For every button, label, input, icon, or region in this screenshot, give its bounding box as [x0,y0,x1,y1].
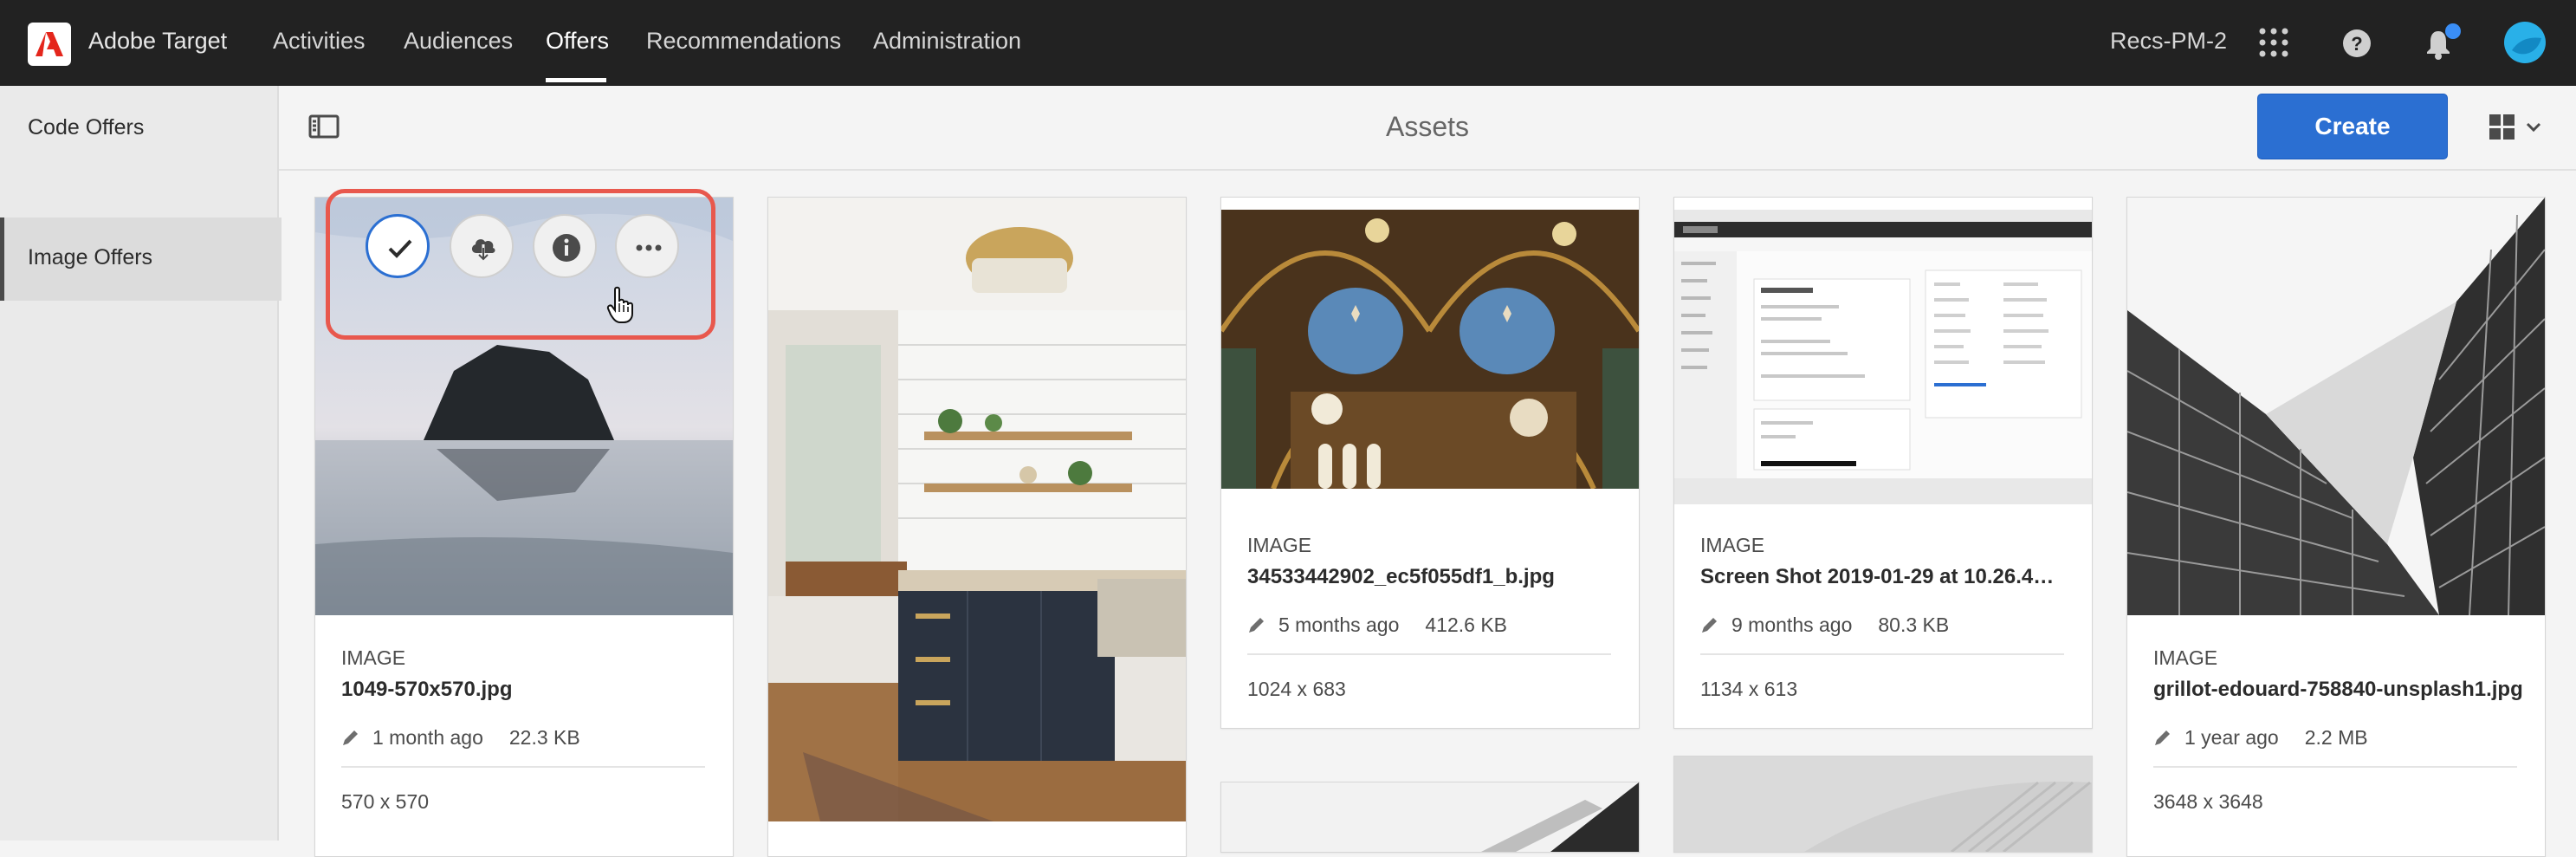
asset-size: 2.2 MB [2304,726,2368,749]
asset-type: IMAGE [1247,534,1312,556]
edit-pencil-icon [2155,730,2170,745]
asset-modified: 9 months ago [1731,614,1853,636]
asset-card[interactable]: IMAGE 34533442902_ec5f055df1_b.jpg 5 mon… [1220,197,1640,729]
nav-administration[interactable]: Administration [873,28,1021,55]
edit-pencil-icon [1702,618,1717,633]
asset-meta: 1 year ago 2.2 MB [2153,726,2368,750]
divider [1247,653,1611,655]
asset-size: 412.6 KB [1425,614,1508,636]
top-navigation-bar: Adobe Target Activities Audiences Offers… [0,0,2576,86]
edit-pencil-icon [343,730,358,745]
sidebar-item-image-offers[interactable]: Image Offers [0,217,282,301]
notification-bell-icon[interactable] [2424,23,2463,65]
asset-dimensions: 1134 x 613 [1700,678,1798,700]
asset-modified: 5 months ago [1278,614,1400,636]
asset-thumbnail [1221,782,1639,852]
sidebar-item-label: Code Offers [28,115,145,140]
asset-dimensions: 1024 x 683 [1247,678,1346,700]
divider [341,766,705,768]
asset-size: 22.3 KB [508,726,580,749]
hand-cursor-icon [606,286,636,328]
asset-size: 80.3 KB [1878,614,1950,636]
sidebar-item-code-offers[interactable]: Code Offers [0,88,277,171]
divider [1700,653,2064,655]
asset-thumbnail [2127,198,2545,615]
asset-modified: 1 month ago [372,726,483,749]
asset-type: IMAGE [1700,534,1765,556]
sidebar-item-label: Image Offers [28,245,153,269]
asset-card[interactable]: IMAGE Screen Shot 2019-01-29 at 10.26.49… [1673,197,2093,729]
app-name[interactable]: Adobe Target [88,28,227,55]
asset-meta: 5 months ago 412.6 KB [1247,614,1507,637]
asset-card[interactable] [1673,756,2093,853]
nav-activities[interactable]: Activities [273,28,366,55]
svg-text:?: ? [2351,33,2362,55]
asset-name: grillot-edouard-758840-unsplash1.jpg [2153,678,2523,701]
asset-type: IMAGE [341,646,406,669]
divider [2153,766,2517,768]
asset-meta: 9 months ago 80.3 KB [1700,614,1949,637]
asset-name: 1049-570x570.jpg [341,678,513,701]
page-title: Assets [1386,111,1470,142]
active-tab-indicator [546,78,606,82]
account-name[interactable]: Recs-PM-2 [2110,28,2227,55]
edit-pencil-icon [1249,618,1264,633]
asset-dimensions: 570 x 570 [341,790,430,813]
asset-meta: 1 month ago 22.3 KB [341,726,580,750]
create-button[interactable]: Create [2257,94,2448,159]
asset-card[interactable] [1220,782,1640,853]
asset-thumbnail [1674,210,2092,504]
asset-card[interactable] [767,197,1187,857]
view-switcher-icon[interactable] [2488,113,2545,146]
asset-thumbnail [768,198,1186,821]
nav-offers[interactable]: Offers [546,28,609,55]
asset-thumbnail [1221,210,1639,489]
asset-name: Screen Shot 2019-01-29 at 10.26.49 A... [1700,565,2064,588]
user-avatar[interactable] [2503,21,2547,68]
help-icon[interactable]: ? [2342,29,2372,62]
asset-type: IMAGE [2153,646,2218,669]
asset-modified: 1 year ago [2184,726,2279,749]
panel-toggle-icon[interactable] [308,114,340,143]
asset-card[interactable]: IMAGE grillot-edouard-758840-unsplash1.j… [2126,197,2546,857]
adobe-logo-icon[interactable] [28,23,71,66]
asset-thumbnail [1674,756,2092,852]
nav-recommendations[interactable]: Recommendations [646,28,841,55]
apps-grid-icon[interactable] [2259,28,2288,62]
asset-name: 34533442902_ec5f055df1_b.jpg [1247,565,1555,588]
asset-dimensions: 3648 x 3648 [2153,790,2263,813]
nav-audiences[interactable]: Audiences [404,28,513,55]
offers-sidebar: Code Offers Image Offers [0,86,282,841]
quick-actions-highlight [326,189,715,340]
